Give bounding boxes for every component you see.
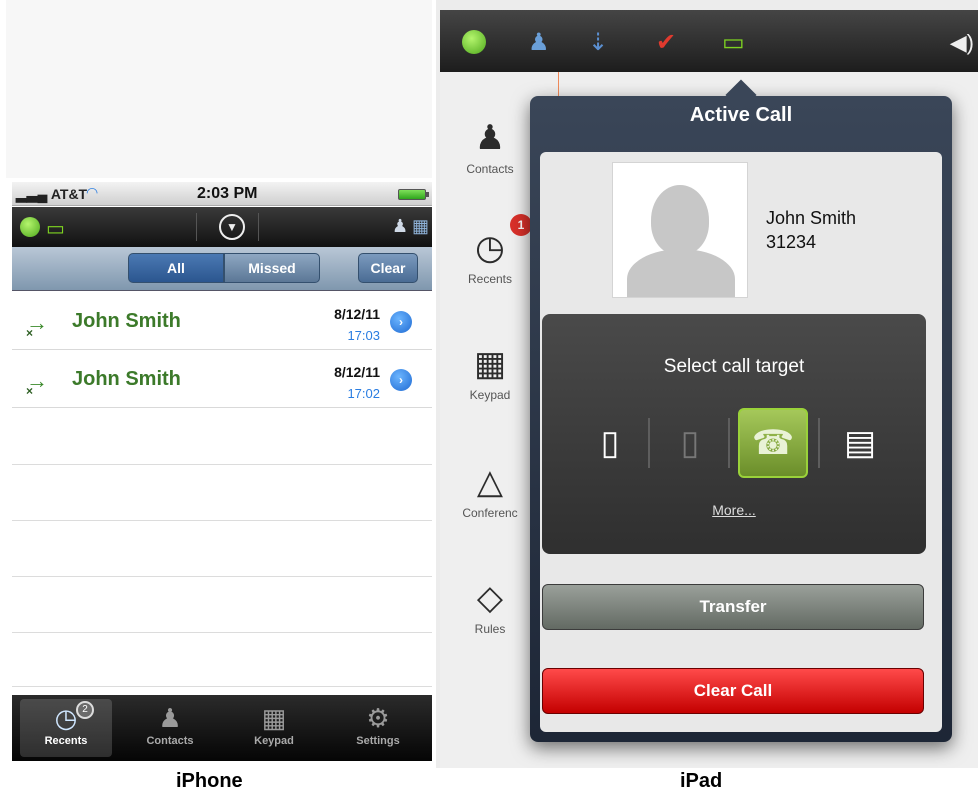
call-time: 17:02 bbox=[347, 386, 380, 401]
list-divider bbox=[12, 464, 432, 465]
detail-disclosure-icon[interactable]: › bbox=[390, 311, 412, 333]
conference-icon: △ bbox=[476, 463, 504, 501]
tab-label: Keypad bbox=[254, 735, 294, 747]
clock-icon: ◷ bbox=[54, 703, 78, 733]
carrier-label: ▂▃▄ AT&T bbox=[16, 186, 88, 202]
iphone-screen: ▂▃▄ AT&T ◠ 2:03 PM ▭ ▼ ♟ ▦ All Missed Cl… bbox=[6, 0, 432, 798]
tab-contacts[interactable]: ♟ Contacts bbox=[124, 699, 216, 757]
avatar-head-shape bbox=[651, 185, 709, 255]
tab-label: Contacts bbox=[146, 735, 194, 747]
popover-body: John Smith 31234 Select call target ▯ ▯ … bbox=[540, 152, 942, 732]
iphone-tab-bar: ◷ 2 Recents ♟ Contacts ▦ Keypad ⚙ Settin… bbox=[12, 695, 432, 761]
missed-mark-icon: × bbox=[26, 384, 34, 398]
toolbar-divider bbox=[196, 213, 197, 241]
sidebar-item-rules[interactable]: ◇ Rules bbox=[440, 578, 540, 636]
iphone-blank-area bbox=[6, 0, 432, 178]
filter-bar: All Missed Clear bbox=[12, 247, 432, 291]
filter-all-button[interactable]: All bbox=[128, 253, 224, 283]
list-divider bbox=[12, 686, 432, 687]
clear-button[interactable]: Clear bbox=[358, 253, 418, 283]
list-divider bbox=[12, 576, 432, 577]
person-icon: ♟ bbox=[158, 703, 182, 733]
transfer-button[interactable]: Transfer bbox=[542, 584, 924, 630]
wifi-icon: ◠ bbox=[86, 184, 99, 200]
device-divider bbox=[648, 418, 650, 468]
call-time: 17:03 bbox=[347, 328, 380, 343]
person-icon: ♟ bbox=[474, 119, 506, 157]
contact-extension: 31234 bbox=[766, 232, 817, 252]
sidebar-item-contacts[interactable]: ♟ Contacts bbox=[440, 118, 540, 176]
presence-status-icon[interactable] bbox=[20, 217, 40, 237]
tab-settings[interactable]: ⚙ Settings bbox=[332, 699, 424, 757]
desk-phone-device-icon[interactable]: ☎ bbox=[738, 408, 808, 478]
device-divider bbox=[818, 418, 820, 468]
recents-badge: 2 bbox=[76, 701, 94, 719]
cordless-phone-device-icon[interactable]: ▤ bbox=[838, 412, 882, 474]
tab-label: Recents bbox=[44, 735, 88, 747]
recents-badge: 1 bbox=[510, 214, 532, 236]
fax-icon[interactable]: ▦ bbox=[412, 216, 429, 237]
desk-phone-icon[interactable]: ▭ bbox=[722, 28, 745, 57]
iphone-toolbar: ▭ ▼ ♟ ▦ bbox=[12, 207, 432, 247]
recent-calls-list: → × John Smith 8/12/11 17:03 › → × John … bbox=[12, 292, 432, 692]
rules-icon: ◇ bbox=[476, 579, 504, 617]
popover-title: Active Call bbox=[689, 104, 793, 126]
person-icon[interactable]: ♟ bbox=[392, 216, 408, 237]
list-divider bbox=[12, 632, 432, 633]
device-divider bbox=[728, 418, 730, 468]
keypad-icon: ▦ bbox=[261, 703, 287, 733]
avatar bbox=[612, 162, 748, 298]
contact-name: John Smith bbox=[766, 208, 857, 228]
speaker-icon[interactable]: ◀) bbox=[950, 30, 974, 56]
avatar-shoulders-shape bbox=[627, 249, 735, 297]
calendar-icon[interactable]: ✔ bbox=[656, 28, 676, 57]
list-item[interactable]: → × John Smith 8/12/11 17:03 › bbox=[12, 292, 432, 350]
call-date: 8/12/11 bbox=[334, 306, 380, 322]
filter-missed-button[interactable]: Missed bbox=[224, 253, 320, 283]
call-date: 8/12/11 bbox=[334, 364, 380, 380]
task-list-icon[interactable]: ⇣ bbox=[588, 28, 608, 57]
clear-call-button[interactable]: Clear Call bbox=[542, 668, 924, 714]
iphone-status-bar: ▂▃▄ AT&T ◠ 2:03 PM bbox=[12, 182, 432, 206]
missed-mark-icon: × bbox=[26, 326, 34, 340]
desk-phone-icon[interactable]: ▭ bbox=[46, 216, 65, 241]
ipad-screen: ♟ ⇣ ✔ ▭ ◀) ♟ Contacts ◷ Recents 1 ▦ Keyp… bbox=[436, 0, 978, 768]
tab-recents[interactable]: ◷ 2 Recents bbox=[20, 699, 112, 757]
call-target-panel: Select call target ▯ ▯ ☎ ▤ More... bbox=[542, 314, 926, 554]
iphone-caption: iPhone bbox=[176, 770, 243, 792]
call-name: John Smith bbox=[72, 368, 181, 390]
more-link[interactable]: More... bbox=[542, 502, 926, 518]
chevron-down-icon[interactable]: ▼ bbox=[219, 214, 245, 240]
tab-keypad[interactable]: ▦ Keypad bbox=[228, 699, 320, 757]
list-divider bbox=[12, 520, 432, 521]
keypad-icon: ▦ bbox=[473, 345, 507, 383]
battery-icon bbox=[398, 189, 429, 200]
sidebar-item-keypad[interactable]: ▦ Keypad bbox=[440, 344, 540, 402]
tab-label: Settings bbox=[356, 735, 400, 747]
person-icon[interactable]: ♟ bbox=[528, 28, 550, 57]
mobile-cellular-device-icon[interactable]: ▯ bbox=[668, 412, 712, 474]
active-call-popover: Active Call John Smith 31234 Select call… bbox=[530, 79, 952, 742]
list-item[interactable]: → × John Smith 8/12/11 17:02 › bbox=[12, 350, 432, 408]
ipad-toolbar: ♟ ⇣ ✔ ▭ ◀) bbox=[440, 10, 978, 72]
status-time: 2:03 PM bbox=[197, 185, 258, 202]
sidebar-item-conference[interactable]: △ Conferenc bbox=[440, 462, 540, 520]
detail-disclosure-icon[interactable]: › bbox=[390, 369, 412, 391]
ipad-caption: iPad bbox=[680, 770, 723, 792]
gear-icon: ⚙ bbox=[366, 703, 390, 733]
presence-status-icon[interactable] bbox=[462, 30, 486, 54]
call-target-title: Select call target bbox=[663, 356, 805, 377]
mobile-wifi-device-icon[interactable]: ▯ bbox=[588, 412, 632, 474]
sidebar-item-recents[interactable]: ◷ Recents bbox=[440, 228, 540, 286]
call-name: John Smith bbox=[72, 310, 181, 332]
toolbar-divider bbox=[258, 213, 259, 241]
signal-icon: ▂▃▄ bbox=[16, 186, 48, 202]
